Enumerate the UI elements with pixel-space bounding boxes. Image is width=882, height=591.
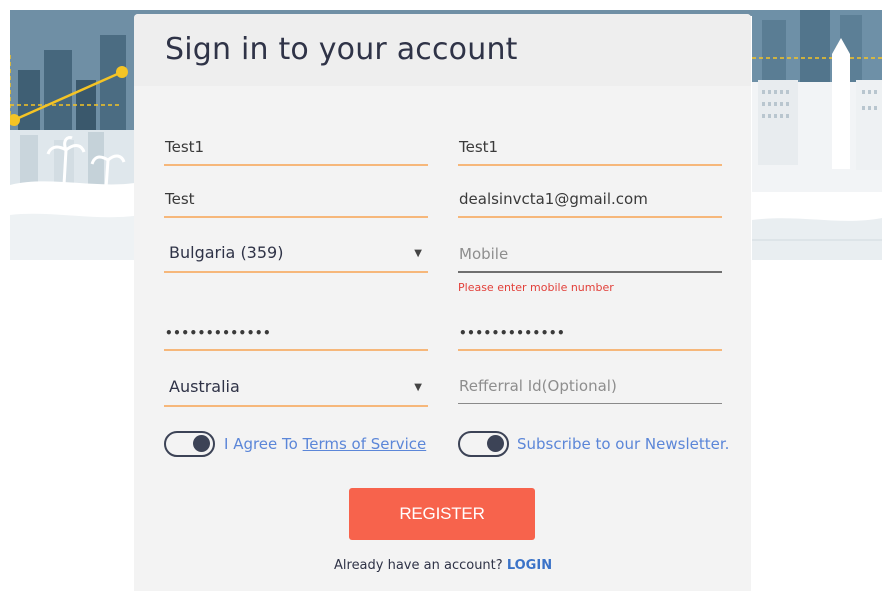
login-prompt: Already have an account? LOGIN (334, 558, 552, 573)
country-select[interactable]: Australia ▼ (164, 367, 428, 407)
caret-down-icon: ▼ (414, 248, 422, 259)
login-link[interactable]: LOGIN (507, 558, 552, 573)
mobile-field[interactable]: Mobile (458, 233, 722, 273)
mobile-placeholder: Mobile (459, 245, 509, 263)
confirm-password-value: ••••••••••••• (459, 326, 566, 340)
toggle-knob (193, 435, 210, 452)
password-field[interactable]: ••••••••••••• (164, 311, 428, 351)
username-field[interactable]: Test (164, 178, 428, 218)
first-name-value: Test1 (165, 138, 205, 156)
register-button[interactable]: REGISTER (349, 488, 535, 540)
last-name-field[interactable]: Test1 (458, 126, 722, 166)
already-have-account-text: Already have an account? (334, 558, 503, 573)
referral-placeholder: Refferral Id(Optional) (459, 377, 617, 395)
country-value: Australia (169, 377, 240, 396)
card-header: Sign in to your account (134, 14, 751, 86)
email-value: dealsinvcta1@gmail.com (459, 190, 648, 208)
terms-prefix: I Agree To (224, 435, 303, 453)
newsletter-label: Subscribe to our Newsletter. (517, 435, 730, 453)
caret-down-icon: ▼ (414, 382, 422, 393)
terms-of-service-link[interactable]: Terms of Service (303, 435, 427, 453)
terms-label: I Agree To Terms of Service (224, 435, 426, 453)
last-name-value: Test1 (459, 138, 499, 156)
newsletter-toggle[interactable] (458, 431, 509, 457)
email-field[interactable]: dealsinvcta1@gmail.com (458, 178, 722, 218)
referral-field[interactable]: Refferral Id(Optional) (458, 364, 722, 404)
first-name-field[interactable]: Test1 (164, 126, 428, 166)
toggle-knob (487, 435, 504, 452)
country-code-value: Bulgaria (359) (169, 243, 284, 262)
password-value: ••••••••••••• (165, 326, 272, 340)
page-title: Sign in to your account (165, 32, 518, 67)
terms-toggle[interactable] (164, 431, 215, 457)
confirm-password-field[interactable]: ••••••••••••• (458, 311, 722, 351)
username-value: Test (165, 190, 195, 208)
country-code-select[interactable]: Bulgaria (359) ▼ (164, 233, 428, 273)
mobile-error-message: Please enter mobile number (458, 281, 614, 294)
